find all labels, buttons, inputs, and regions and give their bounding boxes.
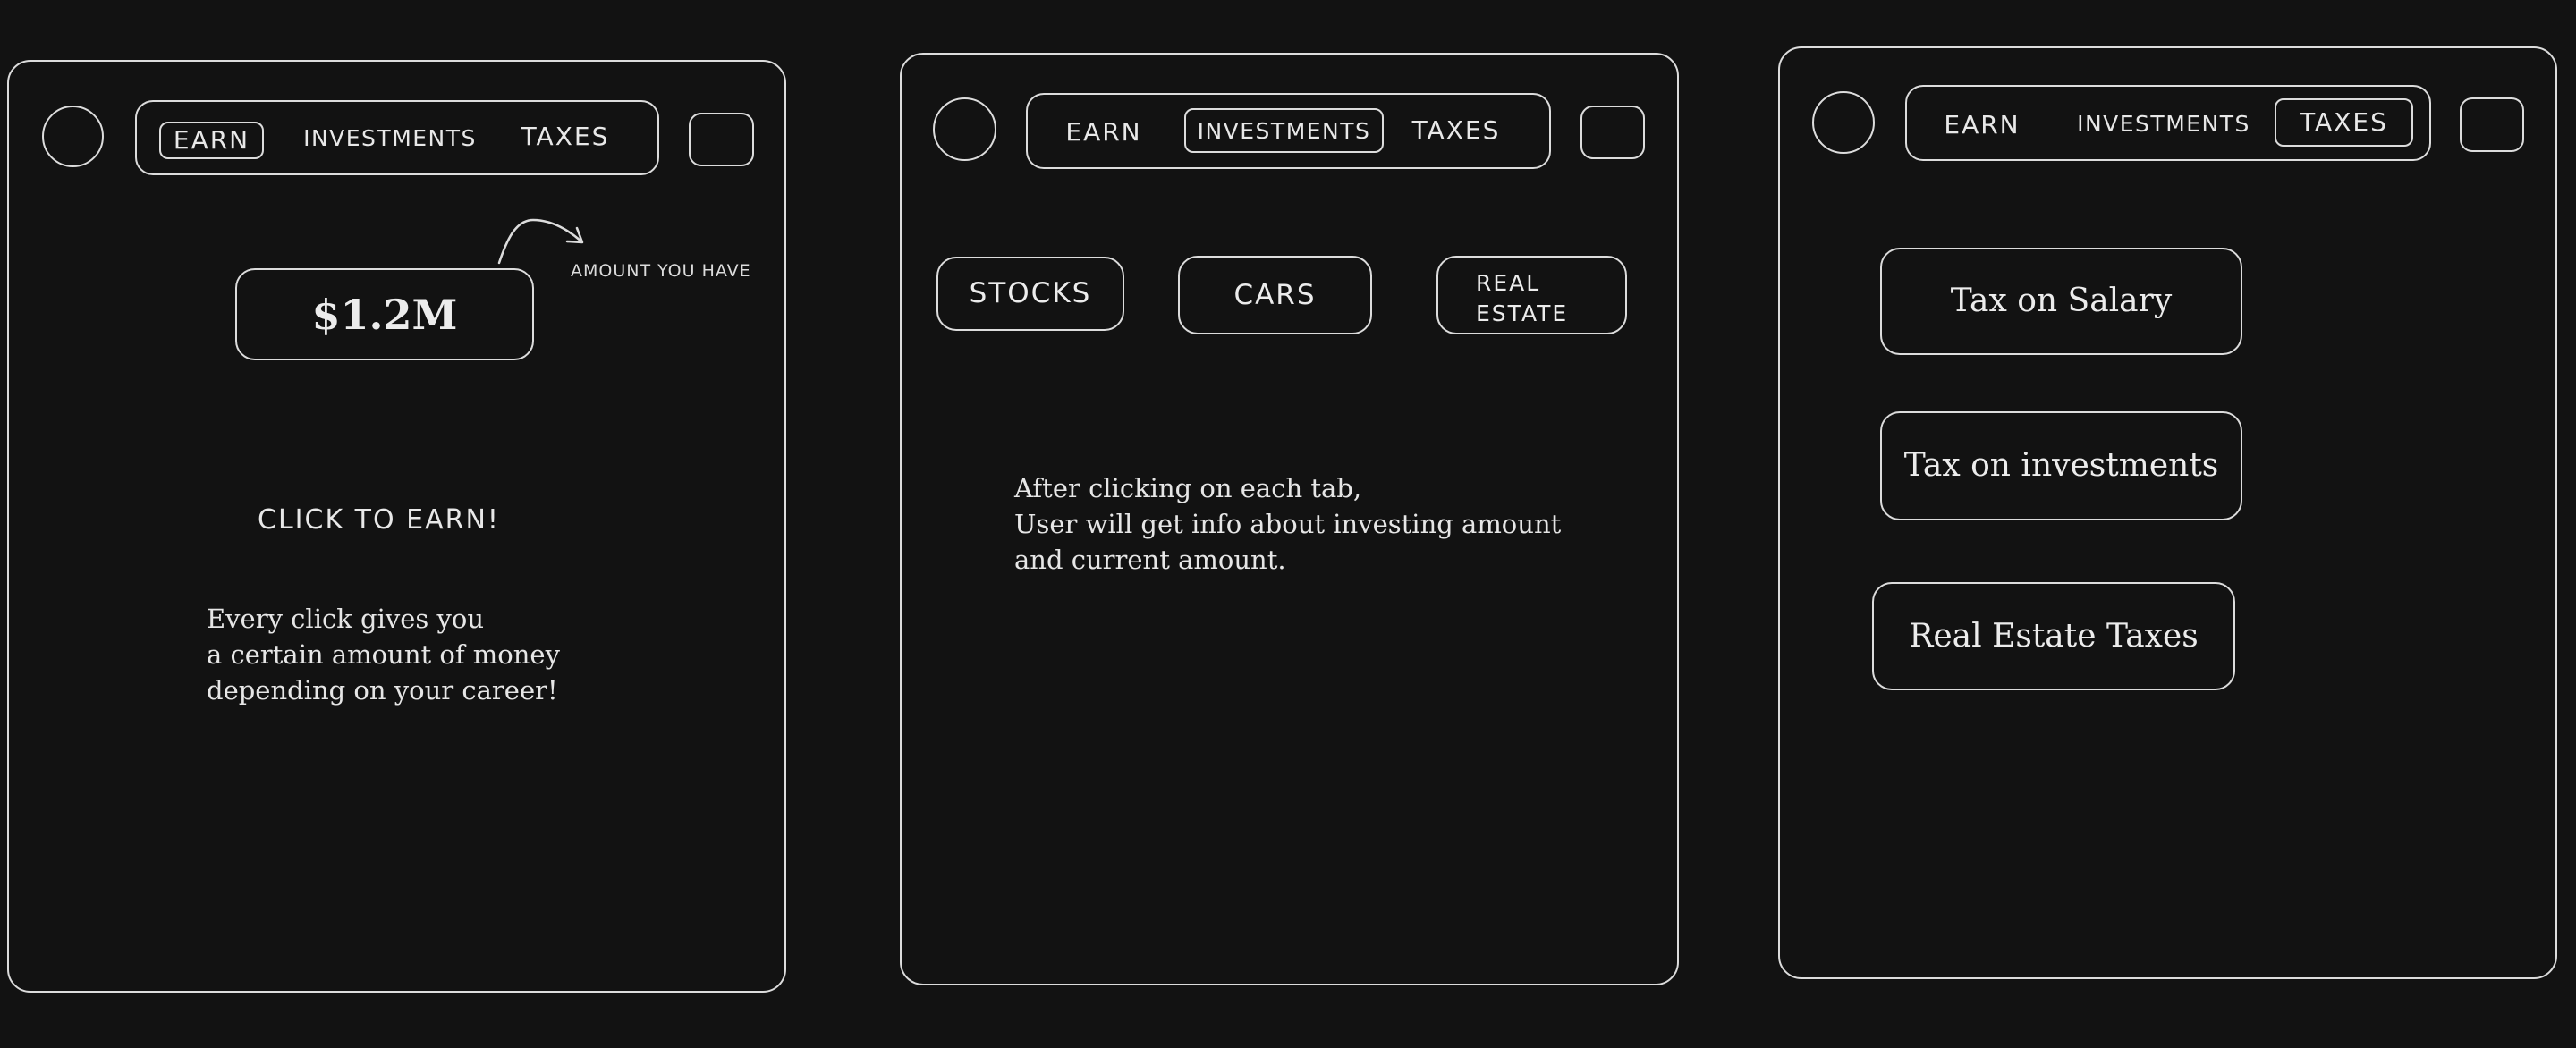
investments-screen-tab-earn[interactable]: EARN: [1061, 114, 1147, 150]
taxes-screen-tab-earn[interactable]: EARN: [1937, 107, 2027, 143]
investments-note-line: User will get info about investing amoun…: [1014, 509, 1562, 539]
earn-description-line: depending on your career!: [207, 675, 558, 706]
earn-screen-tab-investments[interactable]: INVESTMENTS: [295, 122, 485, 154]
taxes-screen-tab-taxes[interactable]: TAXES: [2275, 98, 2413, 147]
investments-screen-tab-investments[interactable]: INVESTMENTS: [1184, 108, 1384, 153]
stocks-button[interactable]: STOCKS: [936, 257, 1124, 331]
taxes-screen-menu-button[interactable]: [2460, 97, 2524, 152]
investments-note-line: and current amount.: [1014, 545, 1286, 575]
real-estate-button[interactable]: REAL ESTATE: [1436, 256, 1627, 334]
click-to-earn-cta[interactable]: CLICK TO EARN!: [258, 504, 500, 536]
earn-screen-menu-button[interactable]: [689, 113, 754, 166]
investments-screen-menu-button[interactable]: [1580, 106, 1645, 159]
earn-description: Every click gives you a certain amount o…: [207, 601, 560, 708]
annotation-arrow: [497, 218, 584, 265]
earn-description-line: Every click gives you: [207, 604, 485, 634]
cars-button[interactable]: CARS: [1178, 256, 1372, 334]
earn-screen-tab-taxes[interactable]: TAXES: [512, 120, 619, 154]
investments-screen-avatar[interactable]: [933, 97, 996, 161]
wireframe-canvas: EARN INVESTMENTS TAXES $1.2M AMOUNT YOU …: [0, 0, 2576, 1048]
real-estate-label-line-2: ESTATE: [1476, 300, 1569, 326]
balance-display: $1.2M: [235, 268, 534, 360]
real-estate-label-line-1: REAL: [1476, 270, 1541, 296]
earn-screen-avatar[interactable]: [42, 106, 104, 167]
taxes-screen-avatar[interactable]: [1812, 91, 1875, 154]
real-estate-taxes-button[interactable]: Real Estate Taxes: [1872, 582, 2235, 690]
balance-annotation: AMOUNT YOU HAVE: [571, 261, 751, 281]
taxes-screen-tab-investments[interactable]: INVESTMENTS: [2066, 107, 2261, 139]
investments-screen-tab-taxes[interactable]: TAXES: [1402, 113, 1510, 148]
earn-screen-tab-earn[interactable]: EARN: [159, 122, 264, 159]
tax-on-salary-button[interactable]: Tax on Salary: [1880, 248, 2242, 355]
tax-on-investments-button[interactable]: Tax on investments: [1880, 411, 2242, 520]
investments-note: After clicking on each tab, User will ge…: [1014, 470, 1561, 578]
earn-description-line: a certain amount of money: [207, 639, 560, 670]
investments-note-line: After clicking on each tab,: [1014, 473, 1362, 503]
